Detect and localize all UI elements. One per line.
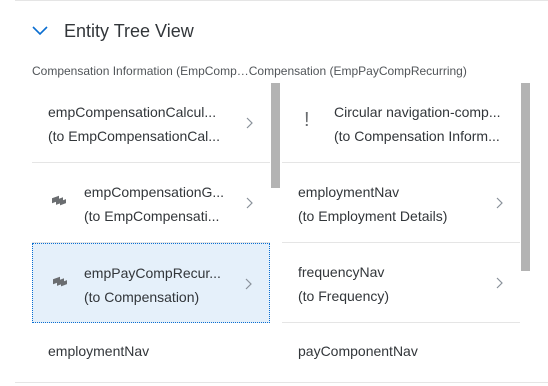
item-target: (to EmpCompensationCal...: [48, 128, 220, 144]
item-name: employmentNav: [298, 184, 400, 200]
item-name: frequencyNav: [298, 264, 385, 280]
entity-tree-header[interactable]: Entity Tree View: [32, 18, 194, 44]
right-scrollbar[interactable]: [521, 83, 530, 271]
tree-item-empcompensationg[interactable]: empCompensationG... (to EmpCompensati...: [32, 163, 270, 243]
item-target: (to Compensation): [84, 289, 200, 305]
chevron-right-icon: [245, 278, 252, 290]
chevron-right-icon: [246, 197, 253, 209]
hierarchy-icon: [52, 195, 66, 206]
chevron-right-icon: [496, 197, 503, 209]
item-name: empPayCompRecur...: [84, 265, 221, 281]
panel-title: Entity Tree View: [64, 20, 194, 41]
tree-item-employmentnav[interactable]: employmentNav (to Employment Details): [282, 163, 520, 243]
chevron-right-icon: [246, 117, 253, 129]
bottom-divider: [15, 382, 548, 383]
tree-item-employmentnav-bottom[interactable]: employmentNav: [48, 343, 149, 359]
chevron-down-icon[interactable]: [32, 26, 48, 36]
left-scrollbar[interactable]: [271, 83, 280, 188]
top-divider: [15, 0, 548, 1]
tree-item-paycomponentnav[interactable]: payComponentNav: [298, 343, 418, 359]
chevron-right-icon: [496, 277, 503, 289]
item-name: empCompensationCalcul...: [48, 104, 217, 120]
item-target: (to Compensation Inform...: [334, 128, 500, 144]
item-name: Circular navigation-comp...: [334, 104, 501, 120]
item-target: (to Frequency): [298, 288, 390, 304]
warning-exclamation-icon: !: [304, 109, 310, 131]
item-target: (to EmpCompensati...: [84, 208, 220, 224]
tree-item-circular-navigation[interactable]: ! Circular navigation-comp... (to Compen…: [282, 83, 520, 163]
breadcrumb: Compensation Information (EmpComp…Compen…: [32, 64, 467, 78]
item-name: empCompensationG...: [84, 184, 225, 200]
tree-item-empcompensationcalcul[interactable]: empCompensationCalcul... (to EmpCompensa…: [32, 83, 270, 163]
hierarchy-icon: [53, 276, 67, 287]
item-target: (to Employment Details): [298, 208, 448, 224]
tree-item-frequencynav[interactable]: frequencyNav (to Frequency): [282, 243, 520, 323]
tree-item-emppaycomprecur[interactable]: empPayCompRecur... (to Compensation): [32, 243, 270, 323]
